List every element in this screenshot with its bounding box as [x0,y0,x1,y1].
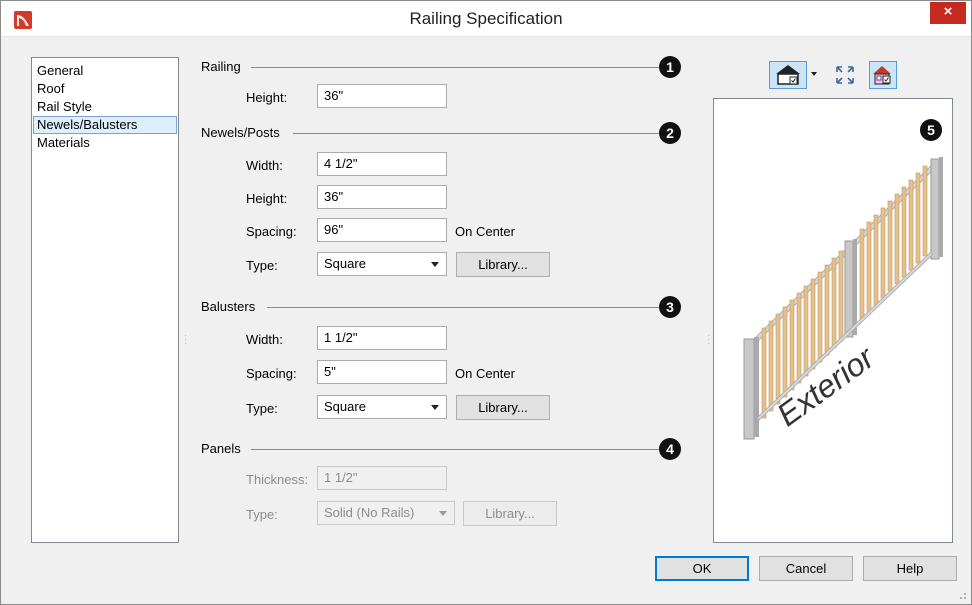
panels-group-divider [251,449,659,450]
preview-pane[interactable]: 5 Exterior [713,98,953,543]
newel-spacing-input[interactable]: 96" [317,218,447,242]
chevron-down-icon [439,511,447,516]
sidebar-item-roof[interactable]: Roof [33,80,177,98]
baluster-width-input[interactable]: 1 1/2" [317,326,447,350]
sidebar-item-rail-style[interactable]: Rail Style [33,98,177,116]
splitter-grip[interactable]: · · · [184,331,187,349]
newel-type-label: Type: [246,258,278,273]
close-button[interactable]: × [930,2,966,24]
panel-type-select[interactable]: Solid (No Rails) [317,501,455,525]
chevron-down-icon [431,262,439,267]
callout-badge-1: 1 [659,56,681,78]
railing-specification-dialog: Railing Specification × General Roof Rai… [0,0,972,605]
callout-badge-2: 2 [659,122,681,144]
baluster-spacing-suffix: On Center [455,366,515,381]
newels-group-title: Newels/Posts [201,125,280,140]
railing-group-divider [251,67,659,68]
baluster-type-value: Square [324,399,366,414]
baluster-library-button[interactable]: Library... [456,395,550,420]
newel-width-label: Width: [246,158,283,173]
panel-thickness-input[interactable]: 1 1/2" [317,466,447,490]
railing-group-title: Railing [201,59,241,74]
fill-window-icon [836,66,854,84]
callout-badge-3: 3 [659,296,681,318]
camera-view-button[interactable] [769,61,821,89]
sidebar-item-general[interactable]: General [33,62,177,80]
render-options-button[interactable] [869,61,897,89]
ok-button[interactable]: OK [655,556,749,581]
panel-library-button[interactable]: Library... [463,501,557,526]
fill-window-button[interactable] [832,62,858,90]
callout-badge-4: 4 [659,438,681,460]
newel-type-value: Square [324,256,366,271]
panels-group-title: Panels [201,441,241,456]
railing-height-label: Height: [246,90,288,105]
render-options-icon [869,61,897,89]
balusters-group-divider [267,307,659,308]
resize-grip-icon[interactable] [957,590,967,600]
newel-width-input[interactable]: 4 1/2" [317,152,447,176]
panel-thickness-label: Thickness: [246,472,309,487]
balusters-group-title: Balusters [201,299,256,314]
sidebar-item-newels-balusters[interactable]: Newels/Balusters [33,116,177,134]
newel-library-button[interactable]: Library... [456,252,550,277]
chevron-down-icon [431,405,439,410]
help-button[interactable]: Help [863,556,957,581]
baluster-width-label: Width: [246,332,283,347]
baluster-type-select[interactable]: Square [317,395,447,419]
window-title: Railing Specification [409,9,563,28]
camera-view-icon [769,61,817,89]
newels-group-divider [293,133,659,134]
cancel-button[interactable]: Cancel [759,556,853,581]
panel-type-label: Type: [246,507,278,522]
splitter-grip[interactable]: · · · [707,331,710,349]
newel-height-input[interactable]: 36" [317,185,447,209]
newel-spacing-label: Spacing: [246,224,297,239]
title-bar: Railing Specification × [1,1,971,37]
baluster-spacing-input[interactable]: 5" [317,360,447,384]
railing-3d-preview [743,157,943,440]
newel-spacing-suffix: On Center [455,224,515,239]
newel-type-select[interactable]: Square [317,252,447,276]
baluster-type-label: Type: [246,401,278,416]
category-list: General Roof Rail Style Newels/Balusters… [31,57,179,543]
railing-height-input[interactable]: 36" [317,84,447,108]
sidebar-item-materials[interactable]: Materials [33,134,177,152]
close-icon: × [943,3,953,20]
newel-height-label: Height: [246,191,288,206]
baluster-spacing-label: Spacing: [246,366,297,381]
panel-type-value: Solid (No Rails) [324,505,415,520]
